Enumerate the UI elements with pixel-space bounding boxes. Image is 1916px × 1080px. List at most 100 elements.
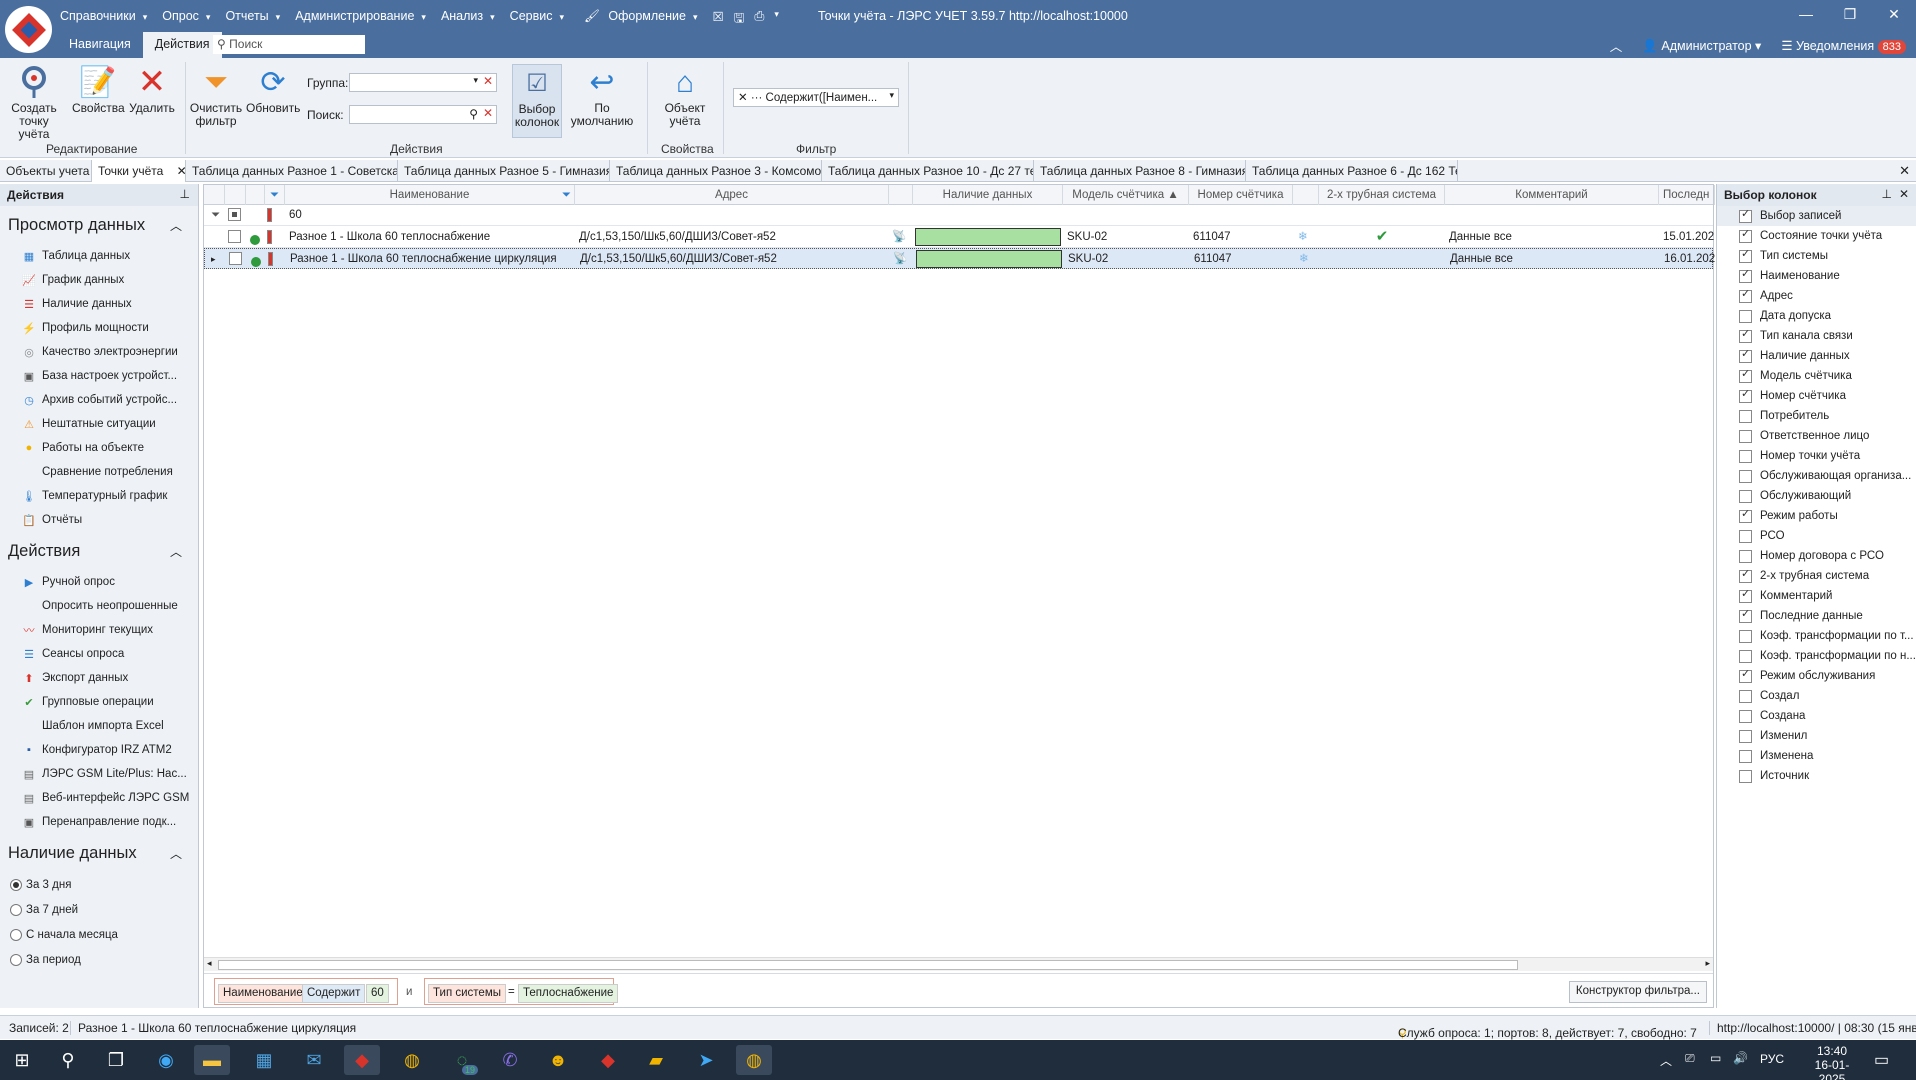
section-availability[interactable]: Наличие данных ︿ bbox=[0, 834, 198, 872]
nav-data-availability[interactable]: ☰ Наличие данных bbox=[0, 292, 198, 316]
menu-style[interactable]: 🖌 Оформление ▾ bbox=[574, 7, 707, 32]
name-filter-input[interactable]: 60 bbox=[285, 205, 575, 225]
column-checkbox[interactable] bbox=[1739, 709, 1752, 723]
column-checkbox[interactable] bbox=[1739, 607, 1752, 623]
lers-alt-icon[interactable]: ◆ bbox=[590, 1045, 626, 1075]
edge-icon[interactable]: ◉ bbox=[148, 1045, 184, 1075]
nav-data-chart[interactable]: 📈 График данных bbox=[0, 268, 198, 292]
chrome-profile-icon[interactable]: ◍ bbox=[736, 1045, 772, 1075]
column-checkbox[interactable] bbox=[1739, 267, 1752, 283]
tray-monitor-icon[interactable]: ⎚ bbox=[1685, 1051, 1695, 1066]
filter-chip-operator[interactable]: Содержит bbox=[302, 984, 366, 1003]
column-checkbox[interactable] bbox=[1739, 729, 1752, 743]
table-row[interactable]: Разное 1 - Школа 60 теплоснабжение Д/с1,… bbox=[204, 227, 1714, 248]
column-checkbox[interactable] bbox=[1739, 587, 1752, 603]
col-name[interactable]: Наименование ⏷ bbox=[285, 185, 575, 205]
tray-chevron-icon[interactable]: ︿ bbox=[1660, 1052, 1672, 1069]
folder-icon[interactable]: ▬ bbox=[194, 1045, 230, 1075]
column-option[interactable]: Дата допуска bbox=[1717, 306, 1916, 326]
column-checkbox[interactable] bbox=[1739, 769, 1752, 783]
tab-actions[interactable]: Действия bbox=[142, 32, 222, 58]
column-checkbox[interactable] bbox=[1739, 287, 1752, 303]
chart-app-icon[interactable]: ▰ bbox=[638, 1045, 674, 1075]
doc-tab-table-5[interactable]: Таблица данных Разное 5 - Гимназия 7 bbox=[398, 160, 610, 182]
keyboard-language[interactable]: РУС bbox=[1760, 1052, 1784, 1066]
col-channel[interactable] bbox=[889, 185, 913, 205]
column-option[interactable]: Состояние точки учёта bbox=[1717, 226, 1916, 246]
scrollbar-thumb[interactable] bbox=[218, 960, 1518, 970]
close-tab-icon[interactable]: ✕ bbox=[177, 164, 185, 178]
network-icon[interactable]: ▭ bbox=[1710, 1051, 1721, 1065]
column-option[interactable]: Последние данные bbox=[1717, 606, 1916, 626]
nav-monitoring[interactable]: 〰 Мониторинг текущих bbox=[0, 618, 198, 642]
pin-icon[interactable]: ⊥ bbox=[180, 187, 190, 201]
col-two-pipe[interactable]: 2-х трубная система bbox=[1319, 185, 1445, 205]
windows-start-icon[interactable]: ⊞ bbox=[4, 1045, 40, 1075]
column-checkbox[interactable] bbox=[1739, 247, 1752, 263]
telegram-icon[interactable]: ➤ bbox=[688, 1045, 724, 1075]
table-row[interactable]: ▸ Разное 1 - Школа 60 теплоснабжение цир… bbox=[204, 248, 1715, 269]
col-meter-model[interactable]: Модель счётчика ▲ bbox=[1063, 185, 1189, 205]
column-option[interactable]: Режим обслуживания bbox=[1717, 666, 1916, 686]
menu-admin[interactable]: Администрирование ▾ bbox=[290, 7, 436, 32]
column-checkbox[interactable] bbox=[1739, 529, 1752, 543]
column-checkbox[interactable] bbox=[1739, 667, 1752, 683]
menu-directories[interactable]: Справочники ▾ bbox=[55, 7, 157, 32]
ribbon-search-input[interactable]: ⚲ ✕ bbox=[349, 105, 497, 124]
group-combo[interactable]: ▾ ✕ bbox=[349, 73, 497, 92]
menu-service[interactable]: Сервис ▾ bbox=[505, 7, 574, 32]
column-checkbox[interactable] bbox=[1739, 629, 1752, 643]
properties-button[interactable]: 📝 Свойства bbox=[72, 64, 125, 115]
filter-chip-field[interactable]: Тип системы bbox=[428, 984, 506, 1003]
column-option[interactable]: Создал bbox=[1717, 686, 1916, 706]
nav-export[interactable]: ⬆ Экспорт данных bbox=[0, 666, 198, 690]
menu-poll[interactable]: Опрос ▾ bbox=[157, 7, 220, 32]
filter-chip-value[interactable]: Теплоснабжение bbox=[518, 984, 619, 1003]
delete-button[interactable]: ✕ Удалить bbox=[127, 64, 177, 115]
column-option[interactable]: РСО bbox=[1717, 526, 1916, 546]
close-icon[interactable]: ✕ bbox=[1899, 187, 1909, 201]
nav-group-ops[interactable]: ✔ Групповые операции bbox=[0, 690, 198, 714]
column-option[interactable]: Изменил bbox=[1717, 726, 1916, 746]
mail-icon[interactable]: ✉ bbox=[296, 1045, 332, 1075]
column-option[interactable]: 2-х трубная система bbox=[1717, 566, 1916, 586]
col-mode[interactable] bbox=[1293, 185, 1319, 205]
support-icon[interactable]: ☻ bbox=[540, 1045, 576, 1075]
doc-tab-table-6[interactable]: Таблица данных Разное 6 - Дс 162 Тепл bbox=[1246, 160, 1458, 182]
nav-redirect[interactable]: ▣ Перенаправление подк... bbox=[0, 810, 198, 834]
notification-center-icon[interactable]: ▭ bbox=[1874, 1050, 1889, 1070]
save-icon[interactable]: 🖫 bbox=[729, 7, 750, 32]
nav-gsm-lite[interactable]: ▤ ЛЭРС GSM Lite/Plus: Нас... bbox=[0, 762, 198, 786]
notifications-button[interactable]: ☰ Уведомления 833 bbox=[1781, 38, 1906, 54]
filter-builder-button[interactable]: Конструктор фильтра... bbox=[1568, 981, 1707, 1003]
column-option[interactable]: Тип системы bbox=[1717, 246, 1916, 266]
column-option[interactable]: Адрес bbox=[1717, 286, 1916, 306]
column-checkbox[interactable] bbox=[1739, 367, 1752, 383]
column-option[interactable]: Номер договора с РСО bbox=[1717, 546, 1916, 566]
column-option[interactable]: Тип канала связи bbox=[1717, 326, 1916, 346]
column-checkbox[interactable] bbox=[1739, 387, 1752, 403]
column-option[interactable]: Режим работы bbox=[1717, 506, 1916, 526]
column-option[interactable]: Номер счётчика bbox=[1717, 386, 1916, 406]
column-checkbox[interactable] bbox=[1739, 689, 1752, 703]
quick-access-dropdown-icon[interactable]: ▾ bbox=[769, 7, 784, 32]
radio-3-days[interactable]: За 3 дня bbox=[0, 872, 198, 897]
volume-icon[interactable]: 🔊 bbox=[1733, 1051, 1748, 1065]
menu-analysis[interactable]: Анализ ▾ bbox=[436, 7, 505, 32]
nav-data-table[interactable]: ▦ Таблица данных bbox=[0, 244, 198, 268]
column-option[interactable]: Выбор записей bbox=[1717, 206, 1916, 226]
radio-7-days[interactable]: За 7 дней bbox=[0, 897, 198, 922]
column-option[interactable]: Обслуживающая организа... bbox=[1717, 466, 1916, 486]
column-checkbox[interactable] bbox=[1739, 327, 1752, 343]
nav-consumption-compare[interactable]: Сравнение потребления bbox=[0, 460, 198, 484]
collapse-ribbon-icon[interactable]: ︿ bbox=[1610, 36, 1623, 55]
viber-icon[interactable]: ✆ bbox=[492, 1045, 528, 1075]
search-icon[interactable]: ⚲ bbox=[50, 1045, 86, 1075]
column-option[interactable]: Коэф. трансформации по н... bbox=[1717, 646, 1916, 666]
create-point-button[interactable]: Создать точку учёта bbox=[3, 64, 65, 141]
column-checkbox[interactable] bbox=[1739, 489, 1752, 503]
column-option[interactable]: Ответственное лицо bbox=[1717, 426, 1916, 446]
column-checkbox[interactable] bbox=[1739, 309, 1752, 323]
restore-icon[interactable]: ❐ bbox=[1828, 6, 1872, 23]
column-option[interactable]: Обслуживающий bbox=[1717, 486, 1916, 506]
